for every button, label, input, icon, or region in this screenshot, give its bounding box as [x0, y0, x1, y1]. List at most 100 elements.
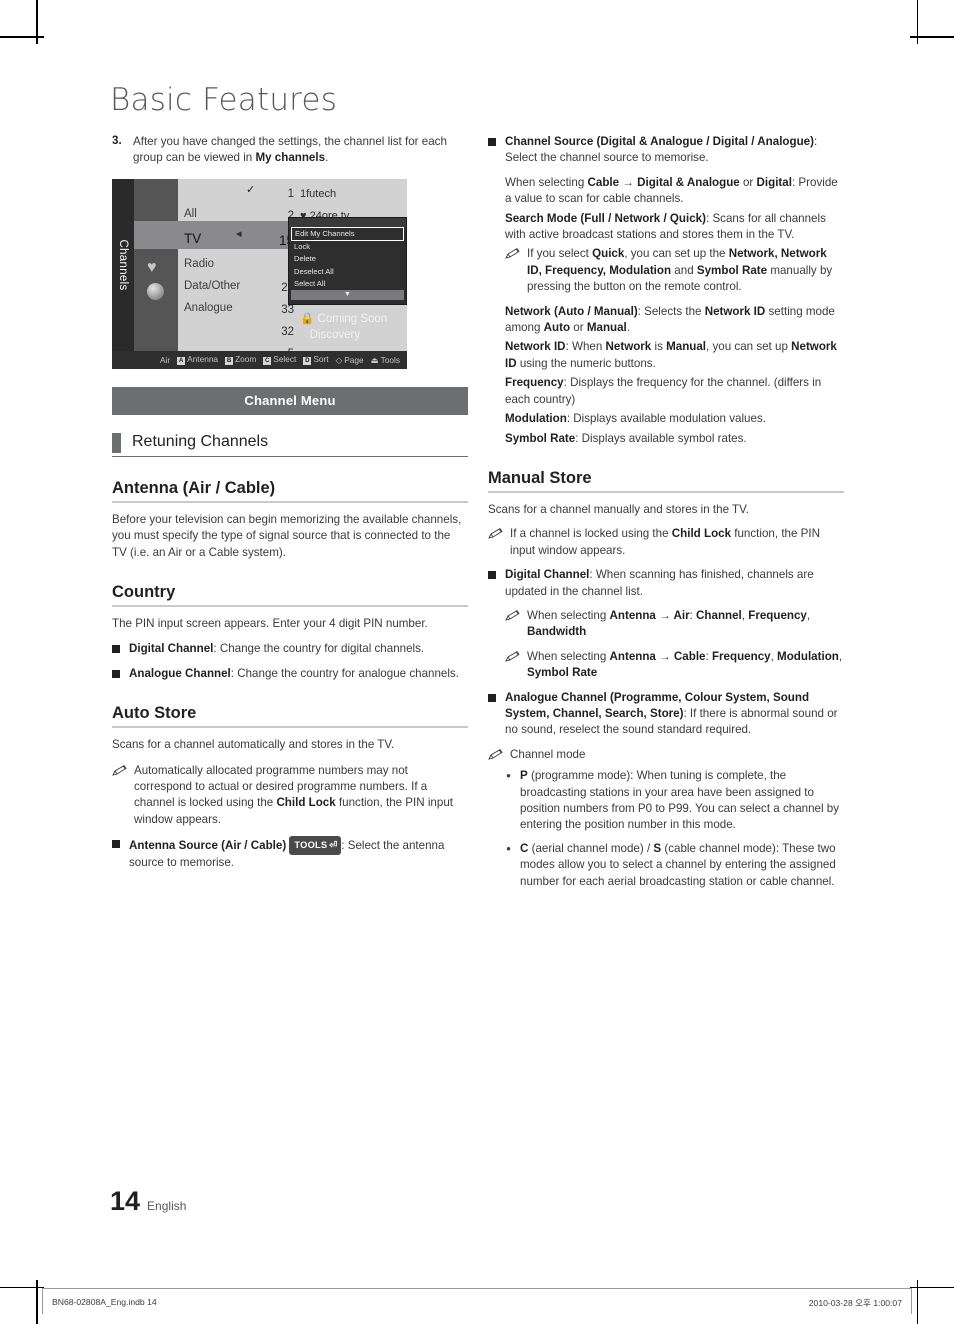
symbol-rate-body: : Displays available symbol rates. — [575, 431, 747, 445]
step-number: 3. — [112, 134, 122, 147]
mode-p-item: • P (programme mode): When tuning is com… — [505, 768, 844, 834]
note-b3: Symbol Rate — [696, 263, 768, 277]
note-text: When selecting Antenna → Cable: Frequenc… — [527, 649, 844, 682]
tv-hint-tools[interactable]: ⏏ Tools — [371, 355, 400, 365]
note-auto-store: Automatically allocated programme number… — [112, 763, 468, 829]
key-d-icon: D — [303, 357, 312, 366]
country-section-heading: Country — [112, 583, 176, 602]
pencil-note-icon — [488, 528, 503, 539]
tv-context-menu[interactable]: Edit My Channels Lock Delete Deselect Al… — [288, 216, 407, 305]
mode-c-mid: (aerial channel mode) / — [528, 841, 654, 855]
footer-rule — [42, 1288, 912, 1289]
square-bullet-icon — [112, 840, 120, 849]
note-and: and — [671, 263, 697, 277]
symbol-rate-paragraph: Symbol Rate: Displays available symbol r… — [505, 431, 844, 447]
frequency-label: Frequency — [505, 376, 564, 390]
note-bold: Child Lock — [671, 527, 732, 541]
symbol-rate-label: Symbol Rate — [505, 431, 576, 445]
tv-hint-page[interactable]: ◇ Page — [336, 355, 364, 365]
crop-mark-top-right-h — [910, 36, 954, 38]
note-pre: If a channel is locked using the — [510, 527, 672, 541]
channel-menu-banner: Channel Menu — [112, 386, 468, 415]
tv-menu-item-select-all[interactable]: Select All — [289, 278, 406, 290]
tv-menu-item-lock[interactable]: Lock — [289, 241, 406, 253]
antenna-section-heading: Antenna (Air / Cable) — [112, 478, 276, 497]
tv-menu-item-delete[interactable]: Delete — [289, 253, 406, 265]
retuning-channels-heading: Retuning Channels — [132, 432, 269, 450]
note-bold: Child Lock — [276, 796, 336, 810]
tv-hint-zoom[interactable]: B Zoom — [225, 354, 256, 366]
pencil-note-icon — [488, 748, 503, 760]
page-language: English — [147, 1199, 187, 1213]
bullet-body: : Change the country for digital channel… — [213, 642, 425, 656]
tv-hint-antenna[interactable]: A Antenna — [177, 354, 218, 366]
bullet-antenna-source: Antenna Source (Air / Cable) TOOLS ⏎: Sel… — [112, 836, 468, 871]
mode-cs-item: • C (aerial channel mode) / S (cable cha… — [505, 841, 844, 890]
cable-mid: or — [739, 175, 757, 189]
cable-b4: Modulation — [777, 649, 839, 663]
cable-selection-paragraph: When selecting Cable → Digital & Analogu… — [505, 175, 844, 208]
tv-bottom-hint-bar: Air A Antenna B Zoom C Select D Sort ◇ Page … — [112, 350, 407, 369]
bullet-channel-source: Channel Source (Digital & Analogue / Dig… — [488, 134, 844, 167]
crop-mark-bottom-right-h — [910, 1286, 954, 1288]
note-b1: Quick — [592, 247, 625, 261]
pencil-note-icon — [112, 764, 127, 776]
network-end: . — [626, 321, 631, 335]
bullet-label: Digital Channel — [129, 642, 214, 656]
heart-icon: ♥ — [147, 258, 157, 276]
step-text: After you have changed the settings, the… — [133, 134, 468, 167]
section-rule — [112, 726, 468, 729]
note-antenna-cable: When selecting Antenna → Cable: Frequenc… — [505, 649, 844, 682]
tv-channel-name: Coming Soon — [317, 312, 388, 325]
note-pre: If you select — [527, 247, 593, 261]
tv-category-radio[interactable]: Radio — [184, 253, 270, 275]
bullet-label: Digital Channel — [505, 568, 590, 582]
footer-tick-right — [911, 1288, 912, 1314]
tv-channel-number: 1 — [287, 187, 294, 200]
tv-channel-list-screenshot: ♥ Channels All TV Radio Data/Other Analo… — [112, 178, 407, 369]
note-text: When selecting Antenna → Air: Channel, F… — [527, 608, 844, 641]
arrow-icon: → — [619, 175, 638, 189]
tv-category-data-other[interactable]: Data/Other — [184, 275, 270, 297]
tv-menu-item-deselect-all[interactable]: Deselect All — [289, 266, 406, 278]
network-id-paragraph: Network ID: When Network is Manual, you … — [505, 339, 844, 372]
footer-timestamp: 2010-03-28 오후 1:00:07 — [808, 1298, 902, 1308]
bullet-text: Channel Source (Digital & Analogue / Dig… — [505, 134, 844, 167]
tv-channel-number: 32 — [281, 325, 294, 338]
note-child-lock: If a channel is locked using the Child L… — [488, 526, 844, 559]
chevron-down-icon[interactable]: ▼ — [291, 289, 404, 300]
cable-b5: Symbol Rate — [527, 666, 598, 680]
air-pre: When selecting — [527, 608, 610, 622]
cable-comma2: , — [838, 649, 843, 663]
cable-b1: Antenna — [609, 649, 656, 663]
arrow-icon: → — [655, 649, 674, 663]
cable-b1: Cable — [587, 175, 620, 189]
tv-category-analogue[interactable]: Analogue — [184, 297, 270, 319]
network-b1: Network ID — [704, 304, 766, 318]
cable-b3: Frequency — [711, 649, 771, 663]
step-line-2-bold: My channels — [255, 151, 326, 165]
cable-b2: Digital & Analogue — [637, 175, 740, 189]
tv-category-tv[interactable]: TV — [184, 225, 270, 253]
manual-page: Basic Features 3. After you have changed… — [0, 0, 954, 1324]
tools-badge-label: TOOLS — [294, 840, 328, 851]
tv-rail-label: Channels — [117, 239, 129, 291]
clock-icon — [147, 282, 164, 300]
modulation-body: : Displays available modulation values. — [566, 412, 766, 426]
bullet-text: Antenna Source (Air / Cable) TOOLS ⏎: Sel… — [129, 836, 468, 871]
square-bullet-icon — [488, 138, 496, 146]
tv-selected-marker-icon: ◂ — [236, 227, 242, 240]
tv-hint-sort[interactable]: D Sort — [303, 354, 329, 366]
tv-category-all[interactable]: All — [184, 203, 270, 225]
network-id-is: is — [651, 340, 667, 354]
search-mode-label: Search Mode (Full / Network / Quick) — [505, 211, 706, 225]
mode-p-body: (programme mode): When tuning is complet… — [520, 769, 840, 832]
mode-p-text: P (programme mode): When tuning is compl… — [520, 768, 844, 834]
tv-hint-select[interactable]: C Select — [263, 354, 296, 366]
step-line-2-post: . — [325, 151, 329, 165]
network-or: or — [570, 321, 587, 335]
network-paragraph: Network (Auto / Manual): Selects the Net… — [505, 304, 844, 337]
bullet-digital-channel: Digital Channel: Change the country for … — [112, 641, 468, 657]
pencil-note-icon — [505, 650, 520, 662]
tv-menu-item-edit-my-channels[interactable]: Edit My Channels — [291, 226, 404, 241]
